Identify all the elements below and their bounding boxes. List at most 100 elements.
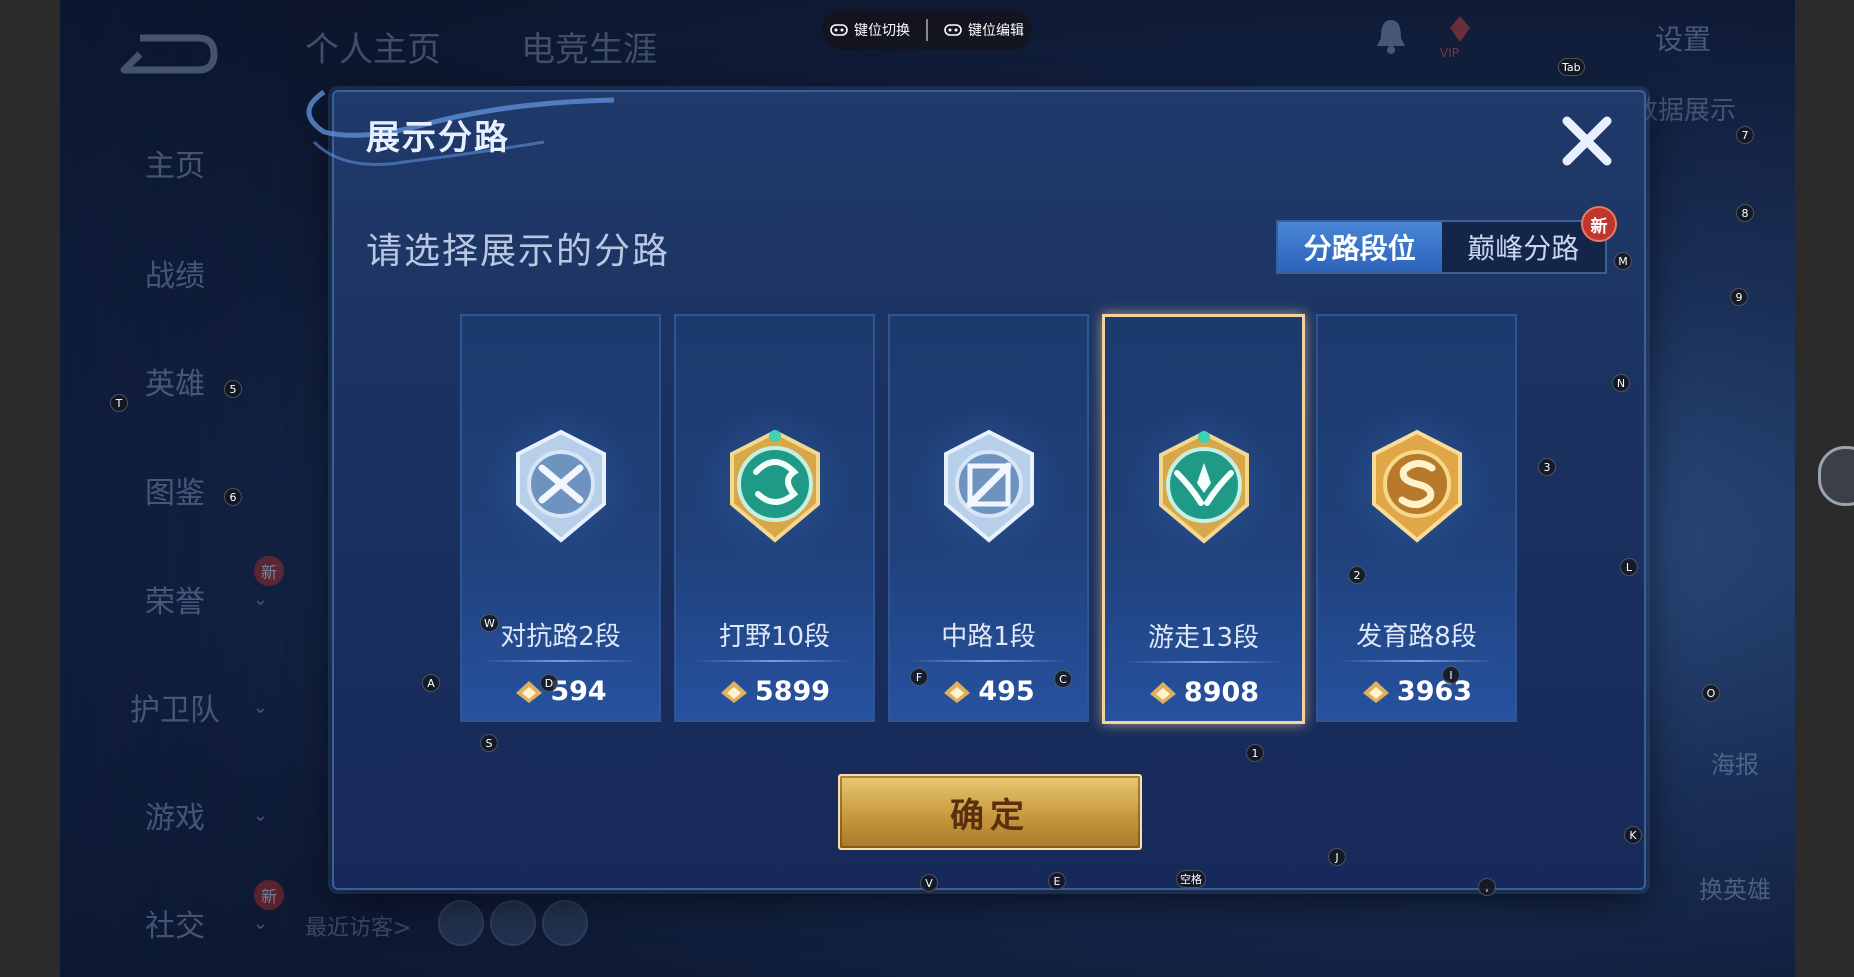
- key-hint: 7: [1736, 126, 1754, 144]
- key-switch-label: 键位切换: [854, 23, 910, 39]
- sidebar-item-label: 荣誉: [145, 585, 205, 620]
- chevron-down-icon: ⌄: [252, 588, 268, 610]
- visitor-avatar[interactable]: [542, 900, 588, 946]
- vip-label: VIP: [1440, 46, 1459, 60]
- key-hint: J: [1328, 848, 1346, 866]
- points-icon: [1362, 680, 1389, 703]
- clash-lane-emblem-icon: [516, 429, 606, 543]
- key-hint: 1: [1246, 744, 1264, 762]
- lane-score-value: 594: [550, 676, 607, 707]
- sidebar-item-social[interactable]: 社交 ⌄ 新: [60, 880, 290, 948]
- divider: [910, 660, 1067, 662]
- dialog-title: 展示分路: [366, 118, 510, 158]
- key-hint: 空格: [1176, 870, 1206, 888]
- key-edit-button[interactable]: 键位编辑: [944, 20, 1024, 40]
- sidebar-item-gallery[interactable]: 图鉴: [60, 465, 290, 515]
- points-icon: [1149, 681, 1176, 704]
- lane-card-mid[interactable]: 中路1段 495: [888, 314, 1089, 722]
- mode-toggle: 分路段位 巅峰分路 新: [1276, 206, 1617, 274]
- lane-score: 8908: [1105, 677, 1302, 708]
- key-switch-button[interactable]: 键位切换: [830, 20, 910, 40]
- dialog-subtitle: 请选择展示的分路: [366, 231, 671, 272]
- visitor-avatar[interactable]: [438, 900, 484, 946]
- points-icon: [944, 680, 971, 703]
- lane-card-farm[interactable]: 发育路8段 3963: [1316, 314, 1517, 722]
- divider: [1338, 660, 1495, 662]
- divider: [926, 19, 928, 41]
- key-hint: 6: [224, 488, 242, 506]
- lane-score-value: 3963: [1396, 676, 1473, 707]
- tab-peak-lane[interactable]: 巅峰分路 新: [1442, 206, 1617, 272]
- recent-visitors-link[interactable]: 最近访客>: [305, 910, 411, 942]
- tab-label: 分路段位: [1303, 232, 1416, 265]
- key-hint: W: [480, 614, 499, 632]
- lane-card-clash[interactable]: 对抗路2段 594: [460, 314, 661, 722]
- lane-name: 中路1段: [941, 622, 1036, 652]
- farm-lane-emblem-icon: [1372, 429, 1462, 543]
- lane-card-jungle[interactable]: 打野10段 5899: [674, 314, 875, 722]
- sidebar-item-honor[interactable]: 荣誉 ⌄ 新: [60, 556, 290, 624]
- lane-score: 594: [462, 676, 659, 707]
- key-bar: 键位切换 键位编辑: [822, 10, 1032, 50]
- sidebar-item-heroes[interactable]: 英雄: [60, 356, 290, 406]
- sidebar-item-guard-team[interactable]: 护卫队 ⌄: [60, 682, 290, 732]
- new-badge: 新: [1581, 206, 1617, 242]
- edge-drag-handle[interactable]: [1818, 446, 1854, 506]
- settings-button[interactable]: 设置: [1655, 18, 1711, 58]
- game-viewport: 主页 战绩 英雄 图鉴 荣誉 ⌄ 新 护卫队 ⌄ 游戏 ⌄ 社交 ⌄ 新 个人主…: [60, 0, 1795, 977]
- lane-score-value: 5899: [754, 676, 831, 707]
- key-hint: 3: [1538, 458, 1556, 476]
- lane-score-value: 495: [978, 676, 1035, 707]
- key-hint: C: [1054, 670, 1072, 688]
- close-button[interactable]: [1556, 110, 1618, 172]
- change-hero-button[interactable]: 换英雄: [1685, 870, 1785, 905]
- close-icon: [1562, 116, 1612, 166]
- key-hint: A: [422, 674, 440, 692]
- chevron-down-icon: ⌄: [252, 804, 268, 826]
- new-badge: 新: [254, 556, 284, 586]
- roam-emblem-icon: [1159, 430, 1249, 544]
- lane-name: 游走13段: [1147, 623, 1260, 653]
- sidebar-item-label: 图鉴: [145, 476, 205, 511]
- key-hint: M: [1614, 252, 1632, 270]
- key-hint: N: [1612, 374, 1630, 392]
- bell-icon[interactable]: [1375, 18, 1407, 54]
- tab-lane-rank[interactable]: 分路段位: [1278, 222, 1442, 272]
- sidebar-item-label: 社交: [145, 909, 205, 944]
- lane-score-value: 8908: [1183, 677, 1260, 708]
- visitor-avatar[interactable]: [490, 900, 536, 946]
- key-hint: T: [110, 394, 128, 412]
- top-tabs: 个人主页 电竞生涯: [305, 22, 657, 71]
- key-hint: D: [540, 674, 558, 692]
- back-arrow-icon[interactable]: [110, 30, 220, 76]
- key-edit-label: 键位编辑: [968, 23, 1024, 39]
- divider: [696, 660, 853, 662]
- key-hint: 5: [224, 380, 242, 398]
- gamepad-icon: [830, 24, 848, 36]
- sidebar-item-game[interactable]: 游戏 ⌄: [60, 790, 290, 840]
- divider: [1125, 661, 1282, 663]
- key-hint: K: [1624, 826, 1642, 844]
- key-hint: E: [1048, 872, 1066, 890]
- tab-esports-career[interactable]: 电竞生涯: [521, 22, 657, 71]
- sidebar-item-label: 游戏: [145, 801, 205, 836]
- key-hint: ,: [1478, 878, 1496, 896]
- points-icon: [720, 680, 747, 703]
- gamepad-icon: [944, 24, 962, 36]
- key-hint: L: [1620, 558, 1638, 576]
- poster-button[interactable]: 海报: [1700, 745, 1770, 780]
- new-badge: 新: [254, 880, 284, 910]
- sidebar-item-home[interactable]: 主页: [60, 138, 290, 188]
- lane-name: 发育路8段: [1356, 622, 1477, 652]
- tab-label: 巅峰分路: [1467, 232, 1580, 265]
- tab-personal-home[interactable]: 个人主页: [305, 22, 441, 71]
- sidebar-item-records[interactable]: 战绩: [60, 248, 290, 298]
- key-hint: 8: [1736, 204, 1754, 222]
- lane-score: 3963: [1318, 676, 1515, 707]
- confirm-button[interactable]: 确定: [838, 774, 1142, 850]
- lane-card-roam[interactable]: 游走13段 8908: [1102, 314, 1305, 724]
- lane-name: 打野10段: [718, 622, 831, 652]
- sidebar-item-label: 主页: [145, 149, 205, 184]
- key-hint: 9: [1730, 288, 1748, 306]
- key-hint: Tab: [1558, 58, 1585, 76]
